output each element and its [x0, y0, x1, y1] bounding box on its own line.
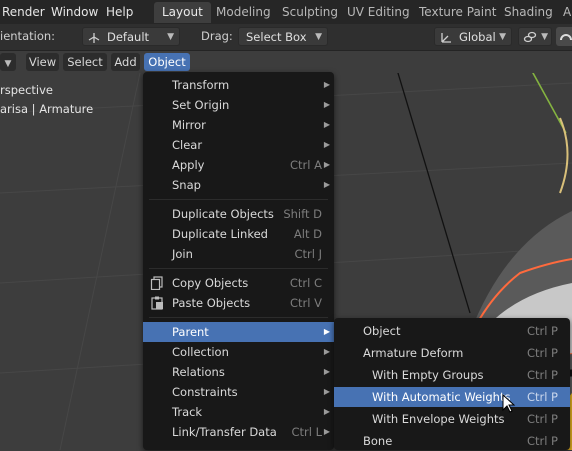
- tab-sculpting[interactable]: Sculpting: [274, 2, 346, 23]
- tab-uv-editing[interactable]: UV Editing: [339, 2, 418, 23]
- menu-separator: [149, 317, 328, 318]
- mode-dropdown[interactable]: ▼: [0, 53, 16, 71]
- menu-item-transform[interactable]: Transform ▶: [143, 75, 334, 95]
- chevron-down-icon: ▼: [541, 32, 548, 42]
- snap-magnet-icon: [559, 29, 572, 43]
- object-menu: Transform ▶ Set Origin ▶ Mirror ▶ Clear ▶ Ap…: [143, 72, 334, 450]
- menu-item-relations[interactable]: Relations ▶: [143, 362, 334, 382]
- tab-layout[interactable]: Layout: [154, 2, 211, 23]
- chevron-down-icon: ▼: [4, 59, 12, 69]
- chevron-down-icon: ▼: [499, 32, 506, 42]
- menu-help[interactable]: Help: [106, 2, 133, 22]
- menu-item-parent[interactable]: Parent ▶: [143, 322, 334, 342]
- menu-item-set-origin[interactable]: Set Origin ▶: [143, 95, 334, 115]
- parent-submenu: Object Ctrl P Armature Deform Ctrl P With …: [334, 318, 570, 450]
- submenu-arrow-icon: ▶: [323, 367, 330, 376]
- submenu-item-with-automatic-weights[interactable]: With Automatic Weights Ctrl P: [334, 387, 570, 407]
- menu-item-mirror[interactable]: Mirror ▶: [143, 115, 334, 135]
- submenu-arrow-icon: ▶: [323, 80, 330, 89]
- menu-item-copy-objects[interactable]: Copy Objects Ctrl C: [143, 273, 334, 293]
- drag-value: Select Box: [246, 30, 307, 44]
- submenu-arrow-icon: ▶: [323, 120, 330, 129]
- mouse-cursor-icon: [502, 393, 516, 414]
- submenu-arrow-icon: ▶: [323, 100, 330, 109]
- tab-modeling[interactable]: Modeling: [208, 2, 279, 23]
- orientation-value: Default: [107, 30, 150, 44]
- menu-item-constraints[interactable]: Constraints ▶: [143, 382, 334, 402]
- menu-item-apply[interactable]: Apply Ctrl A ▶: [143, 155, 334, 175]
- menu-view[interactable]: View: [26, 53, 59, 71]
- submenu-arrow-icon: ▶: [323, 407, 330, 416]
- submenu-arrow-icon: ▶: [323, 160, 330, 169]
- menu-object[interactable]: Object: [144, 53, 190, 71]
- orientation-label: ientation:: [0, 29, 56, 43]
- global-axes-icon: [439, 30, 453, 44]
- top-menubar: Render Window Help Layout Modeling Sculp…: [0, 0, 572, 24]
- tab-texture-paint[interactable]: Texture Paint: [411, 2, 504, 23]
- viewport-header: ▼ View Select Add Object: [0, 51, 572, 73]
- tab-animation[interactable]: An: [555, 2, 572, 23]
- menu-item-collection[interactable]: Collection ▶: [143, 342, 334, 362]
- menu-separator: [149, 199, 328, 200]
- chevron-down-icon: ▼: [167, 32, 174, 42]
- submenu-arrow-icon: ▶: [323, 347, 330, 356]
- menu-item-snap[interactable]: Snap ▶: [143, 175, 334, 195]
- menu-item-duplicate-linked[interactable]: Duplicate Linked Alt D: [143, 224, 334, 244]
- submenu-item-object[interactable]: Object Ctrl P: [334, 321, 570, 341]
- submenu-item-bone[interactable]: Bone Ctrl P: [334, 431, 570, 451]
- submenu-arrow-icon: ▶: [323, 180, 330, 189]
- viewport-info-view: rspective: [0, 83, 54, 97]
- tab-shading[interactable]: Shading: [496, 2, 561, 23]
- transform-orientation-value: Global: [459, 30, 496, 44]
- submenu-item-with-empty-groups[interactable]: With Empty Groups Ctrl P: [334, 365, 570, 385]
- menu-render[interactable]: Render: [2, 2, 45, 22]
- submenu-arrow-icon: ▶: [323, 427, 330, 436]
- submenu-arrow-icon: ▶: [323, 140, 330, 149]
- menu-item-link-transfer-data[interactable]: Link/Transfer Data Ctrl L ▶: [143, 422, 334, 442]
- submenu-arrow-icon: ▶: [323, 387, 330, 396]
- copy-icon: [150, 276, 164, 291]
- menu-item-clear[interactable]: Clear ▶: [143, 135, 334, 155]
- link-icon: [523, 30, 537, 44]
- menu-select[interactable]: Select: [63, 53, 107, 71]
- drag-label: Drag:: [201, 29, 233, 43]
- transform-orientation-dropdown[interactable]: Global ▼: [434, 27, 512, 46]
- menu-add[interactable]: Add: [111, 53, 140, 71]
- menu-item-duplicate-objects[interactable]: Duplicate Objects Shift D: [143, 204, 334, 224]
- pivot-dropdown[interactable]: ▼: [518, 27, 552, 46]
- menu-item-join[interactable]: Join Ctrl J: [143, 244, 334, 264]
- drag-dropdown[interactable]: Select Box ▼: [238, 27, 328, 46]
- tool-settings-bar: ientation: Default ▼ Drag: Select Box ▼ …: [0, 24, 572, 51]
- snap-toggle[interactable]: [556, 27, 572, 46]
- chevron-down-icon: ▼: [315, 32, 322, 42]
- menu-window[interactable]: Window: [51, 2, 98, 22]
- submenu-arrow-icon: ▶: [323, 327, 330, 336]
- orientation-gizmo-icon: [88, 31, 100, 43]
- viewport-info-object: arisa | Armature: [0, 102, 94, 116]
- submenu-item-with-envelope-weights[interactable]: With Envelope Weights Ctrl P: [334, 409, 570, 429]
- paste-icon: [150, 296, 164, 310]
- menu-item-paste-objects[interactable]: Paste Objects Ctrl V: [143, 293, 334, 313]
- menu-item-track[interactable]: Track ▶: [143, 402, 334, 422]
- menu-separator: [149, 268, 328, 269]
- submenu-item-armature-deform[interactable]: Armature Deform Ctrl P: [334, 343, 570, 363]
- orientation-dropdown[interactable]: Default ▼: [82, 27, 180, 46]
